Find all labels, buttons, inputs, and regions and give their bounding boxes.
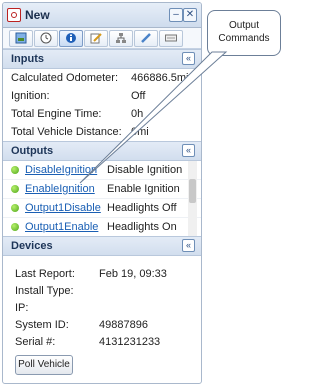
callout-pointer bbox=[79, 51, 228, 184]
